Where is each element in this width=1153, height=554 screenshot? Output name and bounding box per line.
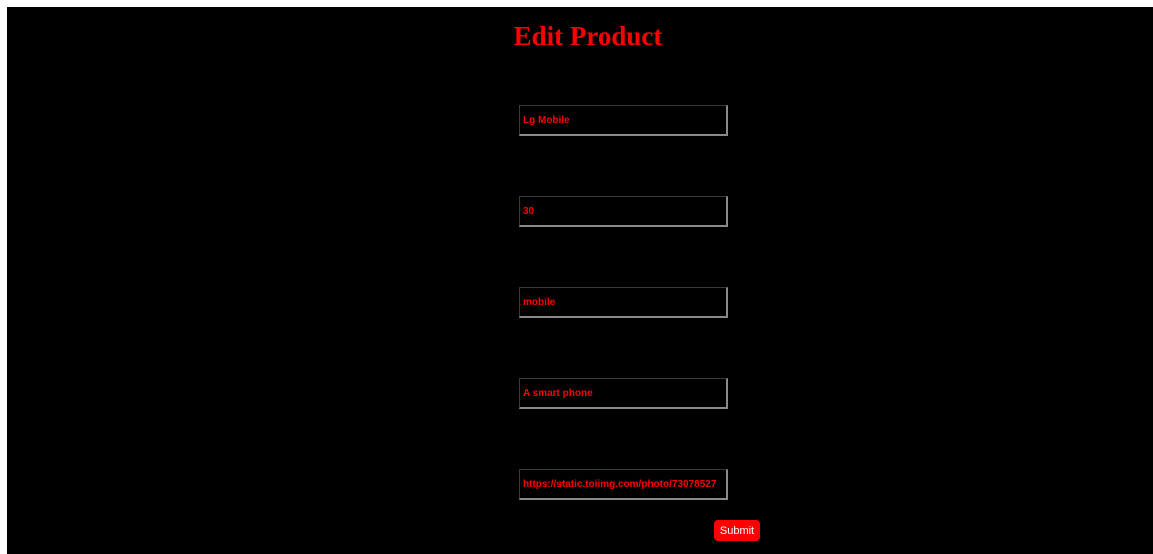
- category-input[interactable]: [519, 287, 728, 318]
- product-name-input[interactable]: [519, 105, 728, 136]
- submit-button[interactable]: Submit: [714, 520, 760, 541]
- description-input[interactable]: [519, 378, 728, 409]
- page-frame: Edit Product Submit: [7, 7, 1153, 554]
- price-input[interactable]: [519, 196, 728, 227]
- image-url-input[interactable]: [519, 469, 728, 500]
- page-title: Edit Product: [513, 21, 663, 51]
